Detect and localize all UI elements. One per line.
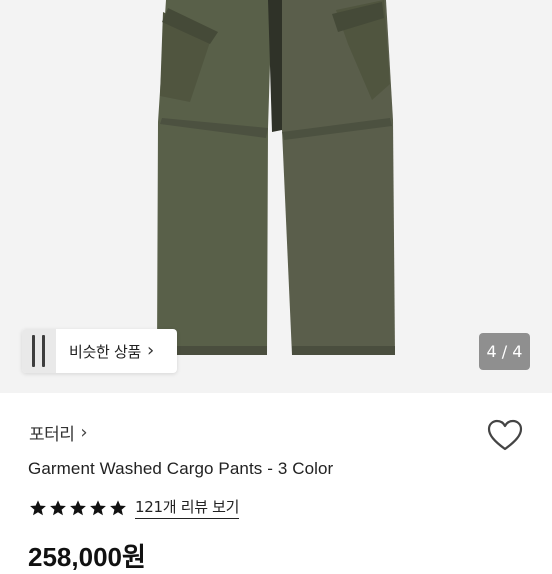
product-image-gallery[interactable]: 비슷한 상품 › 4 / 4 xyxy=(0,0,552,393)
review-link[interactable]: 121개 리뷰 보기 xyxy=(135,496,239,519)
heart-icon[interactable] xyxy=(486,418,524,452)
star-icon xyxy=(110,499,126,515)
star-icon xyxy=(90,499,106,515)
similar-products-label: 비슷한 상품 xyxy=(69,342,141,361)
similar-product-thumbnail xyxy=(22,329,56,373)
product-name: Garment Washed Cargo Pants - 3 Color xyxy=(28,459,334,478)
star-icon xyxy=(30,499,46,515)
brand-link[interactable]: 포터리 › xyxy=(29,420,88,445)
chevron-right-icon: › xyxy=(146,340,155,361)
rating-row: 121개 리뷰 보기 xyxy=(29,496,239,519)
chevron-right-icon: › xyxy=(80,421,88,443)
product-info: 포터리 › Garment Washed Cargo Pants - 3 Col… xyxy=(0,393,552,572)
similar-products-button[interactable]: 비슷한 상품 › xyxy=(22,329,177,373)
rating-stars xyxy=(29,499,127,517)
brand-name: 포터리 xyxy=(29,425,75,445)
image-counter: 4 / 4 xyxy=(479,333,530,370)
star-icon xyxy=(70,499,86,515)
star-icon xyxy=(50,499,66,515)
product-price: 258,000원 xyxy=(28,542,146,572)
